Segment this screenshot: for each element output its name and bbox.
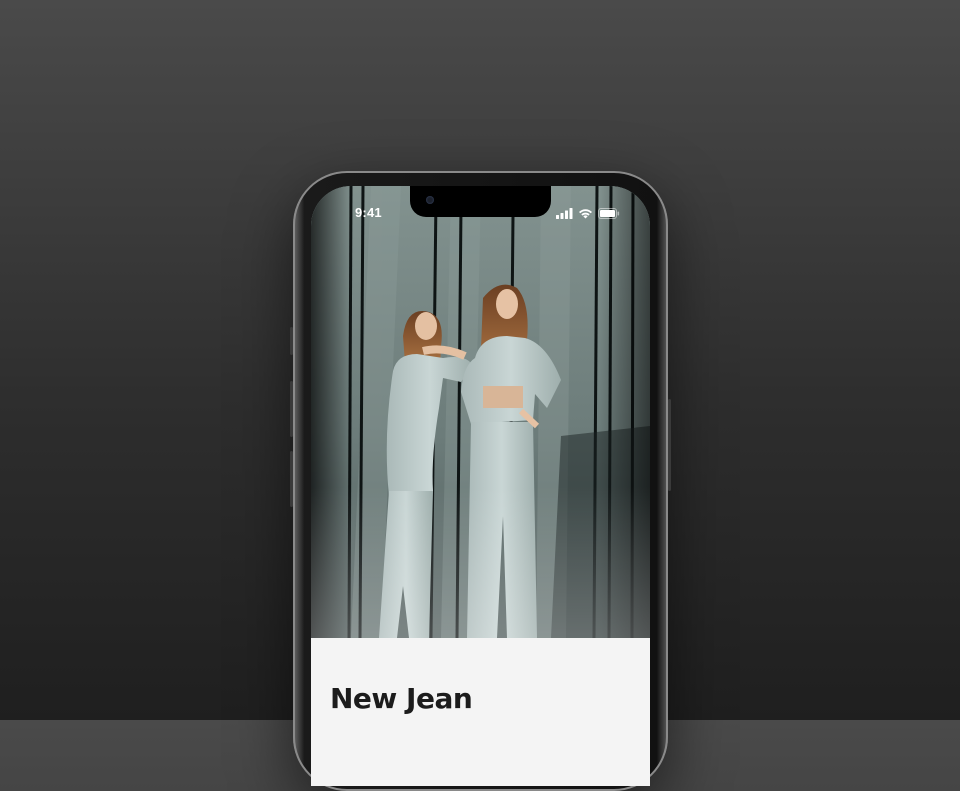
battery-icon [598, 207, 620, 219]
camera-notch [410, 186, 551, 217]
front-camera-icon [426, 196, 434, 204]
phone-frame: 9:41 New Jean [290, 171, 671, 791]
app-screen: 9:41 New Jean [311, 186, 650, 786]
wifi-icon [579, 208, 592, 218]
hero-photo [311, 186, 650, 638]
status-time: 9:41 [355, 205, 382, 220]
product-title: New Jean [330, 682, 473, 715]
cellular-signal-icon [556, 207, 573, 219]
hero-image[interactable] [311, 186, 650, 638]
product-card: New Jean [311, 638, 650, 786]
volume-up-button [290, 381, 293, 437]
volume-down-button [290, 451, 293, 507]
action-button [290, 327, 293, 355]
status-icons [556, 207, 620, 219]
power-button [668, 399, 671, 491]
